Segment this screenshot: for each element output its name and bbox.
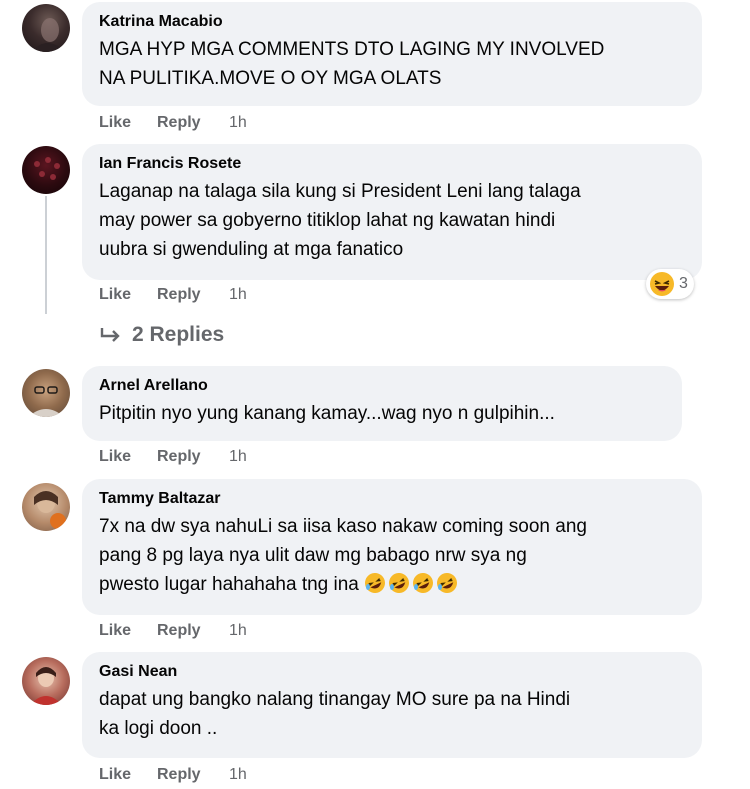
like-button[interactable]: Like bbox=[99, 114, 157, 132]
comment-bubble: Ian Francis Rosete Laganap na talaga sil… bbox=[82, 144, 702, 280]
rofl-emoji-icon bbox=[389, 573, 410, 593]
replies-count-label[interactable]: 2 Replies bbox=[132, 323, 224, 347]
commenter-name[interactable]: Gasi Nean bbox=[99, 662, 686, 682]
laughing-face-icon bbox=[650, 272, 674, 296]
reply-button[interactable]: Reply bbox=[157, 622, 229, 640]
reply-button[interactable]: Reply bbox=[157, 766, 229, 784]
comment-actions: Like Reply 1h bbox=[99, 114, 247, 132]
view-replies-link[interactable]: 2 Replies bbox=[100, 323, 224, 347]
avatar-photo-icon bbox=[34, 157, 60, 180]
commenter-name[interactable]: Arnel Arellano bbox=[99, 376, 666, 396]
reply-button[interactable]: Reply bbox=[157, 286, 229, 304]
comment-text: Laganap na talaga sila kung si President… bbox=[99, 181, 581, 260]
commenter-name[interactable]: Katrina Macabio bbox=[99, 12, 686, 32]
like-button[interactable]: Like bbox=[99, 286, 157, 304]
avatar[interactable] bbox=[22, 4, 70, 52]
avatar[interactable] bbox=[22, 657, 70, 705]
comment-text: MGA HYP MGA COMMENTS DTO LAGING MY INVOL… bbox=[99, 39, 605, 89]
reply-button[interactable]: Reply bbox=[157, 448, 229, 466]
emoji-group bbox=[364, 572, 458, 594]
comment-text: 7x na dw sya nahuLi sa iisa kaso nakaw c… bbox=[99, 512, 686, 599]
avatar-photo-icon bbox=[32, 18, 66, 52]
timestamp[interactable]: 1h bbox=[229, 622, 247, 640]
avatar[interactable] bbox=[22, 483, 70, 531]
comment-actions: Like Reply 1h bbox=[99, 286, 247, 304]
thread-line bbox=[45, 196, 47, 314]
timestamp[interactable]: 1h bbox=[229, 114, 247, 132]
reply-button[interactable]: Reply bbox=[157, 114, 229, 132]
avatar-photo-icon bbox=[28, 386, 64, 417]
comment-text: dapat ung bangko nalang tinangay MO sure… bbox=[99, 689, 571, 739]
comment-bubble: Arnel Arellano Pitpitin nyo yung kanang … bbox=[82, 366, 682, 441]
like-button[interactable]: Like bbox=[99, 622, 157, 640]
rofl-emoji-icon bbox=[365, 573, 386, 593]
reaction-count: 3 bbox=[679, 275, 688, 292]
comment-bubble: Gasi Nean dapat ung bangko nalang tinang… bbox=[82, 652, 702, 758]
rofl-emoji-icon bbox=[413, 573, 434, 593]
commenter-name[interactable]: Ian Francis Rosete bbox=[99, 154, 686, 174]
comment-bubble: Tammy Baltazar 7x na dw sya nahuLi sa ii… bbox=[82, 479, 702, 615]
avatar-photo-icon bbox=[30, 667, 62, 705]
avatar[interactable] bbox=[22, 146, 70, 194]
rofl-emoji-icon bbox=[437, 573, 458, 593]
like-button[interactable]: Like bbox=[99, 448, 157, 466]
timestamp[interactable]: 1h bbox=[229, 766, 247, 784]
reaction-summary[interactable]: 3 bbox=[646, 269, 694, 299]
commenter-name[interactable]: Tammy Baltazar bbox=[99, 489, 686, 509]
reply-arrow-icon bbox=[100, 328, 120, 342]
timestamp[interactable]: 1h bbox=[229, 448, 247, 466]
comment-actions: Like Reply 1h bbox=[99, 766, 247, 784]
comment-bubble: Katrina Macabio MGA HYP MGA COMMENTS DTO… bbox=[82, 2, 702, 106]
comment-text: Pitpitin nyo yung kanang kamay...wag nyo… bbox=[99, 403, 555, 424]
avatar-photo-icon bbox=[34, 491, 66, 529]
avatar[interactable] bbox=[22, 369, 70, 417]
timestamp[interactable]: 1h bbox=[229, 286, 247, 304]
comment-actions: Like Reply 1h bbox=[99, 448, 247, 466]
comment-actions: Like Reply 1h bbox=[99, 622, 247, 640]
like-button[interactable]: Like bbox=[99, 766, 157, 784]
comment-text-body: 7x na dw sya nahuLi sa iisa kaso nakaw c… bbox=[99, 516, 587, 595]
